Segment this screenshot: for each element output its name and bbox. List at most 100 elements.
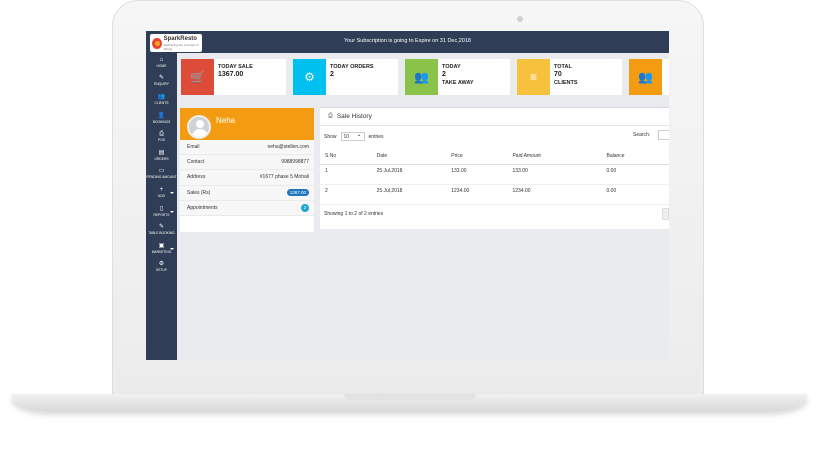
laptop-notch <box>344 394 476 400</box>
sidebar-item-add[interactable]: + ADD <box>146 183 177 202</box>
stat-card[interactable]: 👥 <box>629 59 669 95</box>
sale-history-header: ⎙ Sale History <box>320 108 669 126</box>
profile-row-value: 2 <box>301 203 309 212</box>
show-label: Show <box>324 133 337 140</box>
sidebar-item-orders[interactable]: ▤ ORDERS <box>146 146 177 165</box>
profile-details: Email neha@stellen.com Contact 9988998877 Ad… <box>180 140 314 216</box>
column-header[interactable]: Balance <box>601 148 669 165</box>
home-icon: ⌂ <box>159 56 164 63</box>
sidebar-item-label: MARKETING <box>151 249 172 254</box>
printer-icon: ⎙ <box>159 131 164 138</box>
profile-row-value: 9988998877 <box>281 159 309 166</box>
stat-card[interactable]: ⚙ TODAY ORDERS 2 <box>293 59 398 95</box>
profile-name: Neha <box>216 116 236 125</box>
stat-card[interactable]: 🛒 TODAY SALE 1367.00 <box>181 59 286 95</box>
sidebar-item-clients[interactable]: 👥 CLIENTS <box>146 90 177 109</box>
sidebar-item-label: HOME <box>156 63 167 68</box>
profile-row-label: Email <box>187 144 200 151</box>
profile-card: Neha Email neha@stellen.com Contact 9988998… <box>180 108 314 232</box>
stat-value: 2 <box>442 71 446 78</box>
id-card-icon: ▤ <box>158 149 165 156</box>
people-icon: 👥 <box>629 59 662 95</box>
sidebar-item-home[interactable]: ⌂ HOME <box>146 53 177 72</box>
table-body: 1 25 Jul,2018 133.00 133.00 0.00 2 25 Jul,2018… <box>320 164 669 205</box>
sidebar-item-label: POS <box>158 138 165 143</box>
edit-icon: ✎ <box>158 224 165 231</box>
column-header[interactable]: Date <box>371 148 447 165</box>
column-header[interactable]: Price <box>446 148 508 165</box>
stat-text: TODAY ORDERS 2 <box>330 63 374 79</box>
sidebar-item-label: TABLE BOOKING <box>148 231 175 236</box>
search-input[interactable] <box>658 130 669 140</box>
sidebar-item-reports[interactable]: ▯ REPORTS <box>146 202 177 221</box>
profile-row: Email neha@stellen.com <box>180 140 314 156</box>
sidebar-item-label: CLIENTS <box>154 100 169 105</box>
entries-label: entries <box>368 133 384 140</box>
profile-row: Contact 9988998877 <box>180 155 314 171</box>
stat-card[interactable]: 👥 TODAY 2 TAKE AWAY <box>405 59 510 95</box>
profile-row-value: #1677 phase 5 Mohali <box>259 174 309 181</box>
sale-history-table: S.No Date Price Paid Amount Balance 1 25 Jul,… <box>320 148 669 205</box>
profile-row-label: Contact <box>187 159 205 166</box>
pencil-icon: ✎ <box>158 75 165 82</box>
sidebar-item-label: PENDING AMOUNT <box>146 175 177 180</box>
sidebar-item-enquiry[interactable]: ✎ ENQUIRY <box>146 72 177 91</box>
people-icon: 👥 <box>405 59 438 95</box>
sidebar-item-table-booking[interactable]: ✎ TABLE BOOKING <box>146 220 177 239</box>
sidebar-item-setup[interactable]: ⚙ SETUP <box>146 258 177 277</box>
sidebar-item-bookings[interactable]: 👤 BOOKINGS <box>146 109 177 128</box>
camera-dot <box>517 16 523 22</box>
file-icon: ▯ <box>159 205 164 212</box>
sidebar-item-marketing[interactable]: ▣ MARKETING <box>146 239 177 258</box>
profile-row-label: Appointments <box>187 204 218 211</box>
profile-header: Neha <box>180 108 314 140</box>
table-cell: 0.00 <box>601 164 669 185</box>
stat-value: 2 <box>330 71 334 78</box>
pagination-button[interactable] <box>662 208 669 220</box>
sale-history-panel: ⎙ Sale History Show 10 entries Search: S… <box>320 107 669 229</box>
caret-down-icon <box>170 247 174 250</box>
stat-card[interactable]: ≡ TOTAL 70 CLIENTS <box>517 59 622 95</box>
stat-label: TOTAL <box>554 64 572 70</box>
entries-select[interactable]: 10 <box>340 131 365 141</box>
table-info: Showing 1 to 2 of 2 entries <box>324 211 384 217</box>
app-screen: SparkResto Redefining the Concept of Din… <box>146 31 669 360</box>
cart-icon: 🛒 <box>181 59 214 95</box>
table-cell: 25 Jul,2018 <box>371 184 447 205</box>
table-cell: 133.00 <box>507 164 602 185</box>
stat-text: TODAY SALE 1367.00 <box>218 63 253 79</box>
column-header[interactable]: S.No <box>320 148 372 165</box>
gear-icon: ⚙ <box>158 261 165 268</box>
stat-value: 70 <box>554 71 562 78</box>
sidebar-item-pos[interactable]: ⎙ POS <box>146 127 177 146</box>
stat-text: TODAY 2 TAKE AWAY <box>442 63 474 87</box>
stat-value: 1367.00 <box>218 71 244 78</box>
profile-row-value: neha@stellen.com <box>267 144 310 151</box>
table-cell: 2 <box>320 184 372 205</box>
stat-label: CLIENTS <box>554 80 578 86</box>
table-row[interactable]: 1 25 Jul,2018 133.00 133.00 0.00 <box>320 164 669 185</box>
sidebar-item-label: BOOKINGS <box>152 119 171 124</box>
printer-icon: ⎙ <box>328 113 333 119</box>
sidebar-item-label: ADD <box>158 193 165 198</box>
sidebar-item-label: SETUP <box>156 268 167 273</box>
user-icon: 👤 <box>157 112 166 119</box>
stat-text: TOTAL 70 CLIENTS <box>554 63 578 87</box>
sidebar-item-pending-amount[interactable]: ▭ PENDING AMOUNT <box>146 165 177 184</box>
sale-history-title: Sale History <box>336 113 372 120</box>
profile-row-label: Sales (Rs) <box>187 189 211 196</box>
table-row[interactable]: 2 25 Jul,2018 1234.00 1234.00 0.00 <box>320 184 669 205</box>
caret-down-icon <box>170 210 174 213</box>
profile-row: Sales (Rs) 1367.00 <box>180 186 314 201</box>
gear-icon: ⚙ <box>293 59 326 95</box>
stat-label: TODAY SALE <box>218 64 253 70</box>
profile-row: Appointments 2 <box>180 201 314 216</box>
table-cell: 0.00 <box>601 184 669 205</box>
column-header[interactable]: Paid Amount <box>507 148 602 165</box>
credit-card-icon: ▭ <box>158 168 165 175</box>
briefcase-icon: ▣ <box>158 242 165 249</box>
profile-row-label: Address <box>187 174 206 181</box>
caret-down-icon <box>170 192 174 195</box>
table-cell: 1 <box>320 164 372 185</box>
avatar <box>187 115 211 139</box>
